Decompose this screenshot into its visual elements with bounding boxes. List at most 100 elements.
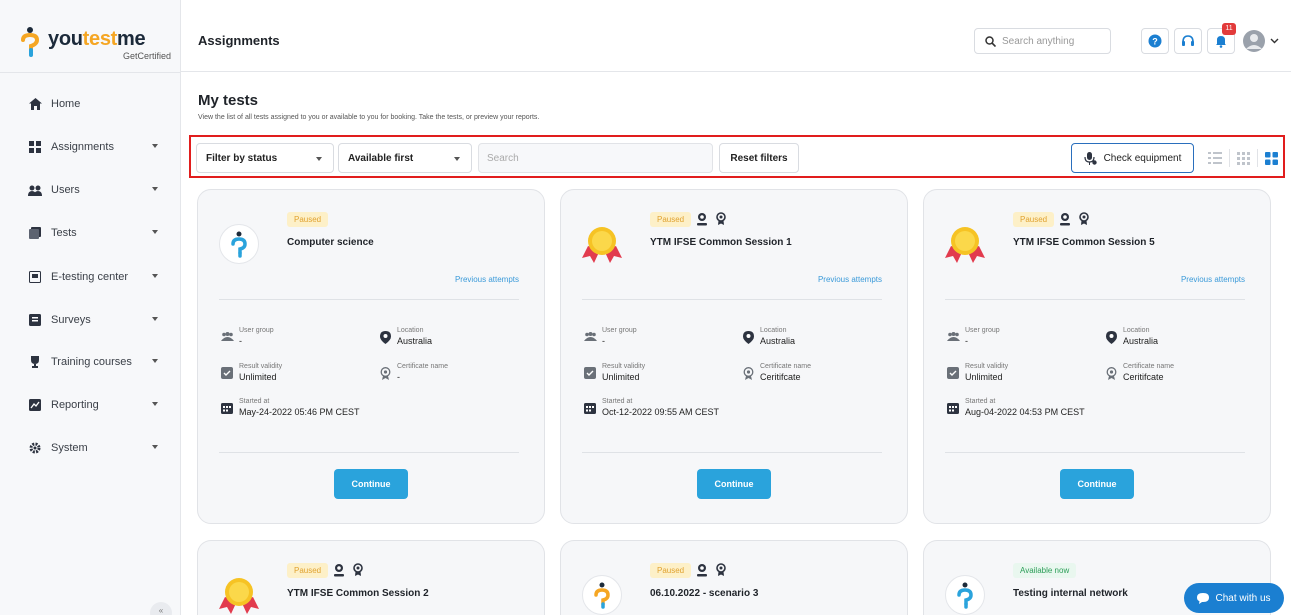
continue-button[interactable]: Continue xyxy=(697,469,771,499)
calendar-icon xyxy=(583,401,597,415)
user-group-info: User group - xyxy=(220,326,274,347)
bell-icon xyxy=(1216,36,1226,48)
test-name: YTM IFSE Common Session 5 xyxy=(1013,237,1155,248)
sidebar-item-label: E-testing center xyxy=(51,271,129,283)
chat-with-us-button[interactable]: Chat with us xyxy=(1184,583,1284,613)
sidebar-item-tests[interactable]: Tests xyxy=(0,218,181,248)
sidebar-item-reporting[interactable]: Reporting xyxy=(0,390,181,420)
test-name: YTM IFSE Common Session 1 xyxy=(650,237,792,248)
info-label: Location xyxy=(397,327,424,334)
sidebar-item-assignments[interactable]: Assignments xyxy=(0,132,181,162)
user-group-value: - xyxy=(239,336,242,346)
continue-button[interactable]: Continue xyxy=(1060,469,1134,499)
trophy-icon xyxy=(28,355,42,369)
chevron-down-icon xyxy=(152,144,158,148)
card-grid-icon xyxy=(1264,151,1278,165)
proctoring-icon xyxy=(334,564,344,577)
sidebar-item-surveys[interactable]: Surveys xyxy=(0,305,181,335)
chat-bubble-icon xyxy=(1197,592,1210,604)
previous-attempts-link[interactable]: Previous attempts xyxy=(818,275,882,284)
location-info: Location Australia xyxy=(1104,326,1158,347)
info-label: Result validity xyxy=(602,363,646,370)
view-divider xyxy=(1257,149,1258,167)
assignments-icon xyxy=(28,140,42,154)
view-divider xyxy=(1229,149,1230,167)
started-at-info: Started at May-24-2022 05:46 PM CEST xyxy=(220,397,360,418)
user-menu[interactable] xyxy=(1242,28,1282,54)
test-logo-icon xyxy=(945,575,985,615)
result-validity-value: Unlimited xyxy=(602,372,640,382)
tests-search-input[interactable]: Search xyxy=(478,143,713,173)
support-button[interactable] xyxy=(1174,28,1202,54)
sidebar-item-home[interactable]: Home xyxy=(0,89,181,119)
sidebar-item-training-courses[interactable]: Training courses xyxy=(0,347,181,377)
result-validity-info: Result validity Unlimited xyxy=(220,362,282,383)
started-at-info: Started at Aug-04-2022 04:53 PM CEST xyxy=(946,397,1085,418)
chevron-down-icon xyxy=(152,359,158,363)
certificate-badge-icon xyxy=(1079,212,1089,225)
certificate-icon xyxy=(1104,366,1118,380)
status-badge: Paused xyxy=(287,212,329,227)
user-group-icon xyxy=(220,330,234,344)
sidebar: youtestme GetCertified Home Assignments … xyxy=(0,0,181,615)
header-title: Assignments xyxy=(198,33,280,48)
card-divider xyxy=(219,452,519,453)
card-divider xyxy=(219,299,519,300)
chevron-down-icon xyxy=(152,317,158,321)
top-header: Assignments Search anything ? 11 xyxy=(181,0,1291,72)
sort-label: Available first xyxy=(348,152,414,164)
user-group-info: User group - xyxy=(946,326,1000,347)
continue-button[interactable]: Continue xyxy=(334,469,408,499)
status-filter-dropdown[interactable]: Filter by status xyxy=(196,143,334,173)
sidebar-item-users[interactable]: Users xyxy=(0,175,181,205)
status-filter-label: Filter by status xyxy=(206,152,278,164)
info-label: Certificate name xyxy=(1123,363,1174,370)
caret-down-icon xyxy=(454,157,460,161)
search-placeholder: Search anything xyxy=(1002,35,1075,47)
notifications-button[interactable]: 11 xyxy=(1207,23,1236,54)
started-at-value: Oct-12-2022 09:55 AM CEST xyxy=(602,407,720,417)
global-search-input[interactable]: Search anything xyxy=(974,28,1111,54)
certificate-value: - xyxy=(397,372,400,382)
previous-attempts-link[interactable]: Previous attempts xyxy=(1181,275,1245,284)
certificate-badge-icon xyxy=(353,563,363,576)
sidebar-divider xyxy=(0,72,181,73)
brand-logo[interactable]: youtestme GetCertified xyxy=(14,22,174,62)
location-pin-icon xyxy=(378,330,392,344)
card-grid-view-button[interactable] xyxy=(1260,147,1282,169)
certificate-info: Certificate name Ceritifcate xyxy=(1104,362,1174,383)
help-button[interactable]: ? xyxy=(1141,28,1169,54)
gear-icon xyxy=(28,441,42,455)
status-badge: Paused xyxy=(650,212,692,227)
user-group-icon xyxy=(583,330,597,344)
collapse-sidebar-button[interactable]: « xyxy=(150,602,172,615)
test-name: YTM IFSE Common Session 2 xyxy=(287,588,429,599)
info-label: Result validity xyxy=(239,363,283,370)
certificate-value: Ceritifcate xyxy=(1123,372,1164,382)
list-view-button[interactable] xyxy=(1204,147,1226,169)
info-label: Location xyxy=(760,327,787,334)
sidebar-item-label: Training courses xyxy=(51,356,132,368)
test-card: Paused YTM IFSE Common Session 1 Previou… xyxy=(560,189,908,524)
test-name: Computer science xyxy=(287,237,374,248)
sidebar-item-system[interactable]: System xyxy=(0,433,181,463)
status-badge: Paused xyxy=(1013,212,1055,227)
sort-dropdown[interactable]: Available first xyxy=(338,143,472,173)
users-icon xyxy=(28,183,42,197)
result-validity-value: Unlimited xyxy=(239,372,277,382)
brand-tagline: GetCertified xyxy=(123,51,172,61)
filter-bar: Filter by status Available first Search … xyxy=(189,135,1285,178)
chevron-down-icon xyxy=(152,274,158,278)
reset-filters-button[interactable]: Reset filters xyxy=(719,143,799,173)
list-view-icon xyxy=(1208,152,1222,164)
previous-attempts-link[interactable]: Previous attempts xyxy=(455,275,519,284)
check-equipment-button[interactable]: Check equipment xyxy=(1071,143,1194,173)
home-icon xyxy=(28,97,42,111)
user-group-value: - xyxy=(965,336,968,346)
chat-label: Chat with us xyxy=(1215,592,1271,604)
certificate-value: Ceritifcate xyxy=(760,372,801,382)
reporting-icon xyxy=(28,398,42,412)
sidebar-item-e-testing-center[interactable]: E-testing center xyxy=(0,262,181,292)
chevron-down-icon xyxy=(1270,38,1279,44)
compact-grid-view-button[interactable] xyxy=(1232,147,1254,169)
